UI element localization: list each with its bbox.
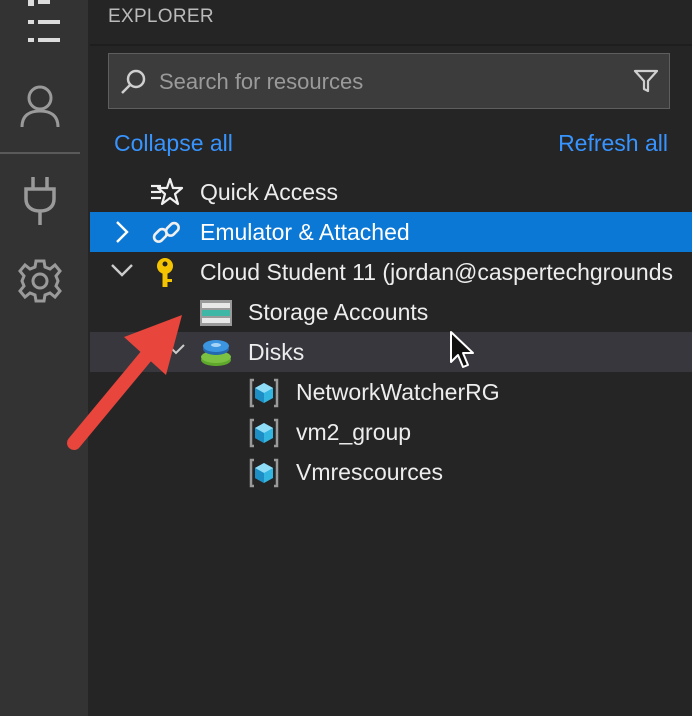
disk-icon <box>200 338 232 373</box>
search-icon <box>119 68 147 101</box>
divider <box>90 44 692 46</box>
annotation-arrow <box>60 305 190 460</box>
resource-group-icon <box>248 417 280 454</box>
refresh-all-link[interactable]: Refresh all <box>558 130 668 157</box>
tree-item-account[interactable]: Cloud Student 11 (jordan@caspertechgroun… <box>90 252 692 292</box>
gear-icon[interactable] <box>0 255 80 307</box>
tree-item-label: NetworkWatcherRG <box>296 379 500 405</box>
resource-group-icon <box>248 457 280 494</box>
tree-item-label: Cloud Student 11 (jordan@caspertechgroun… <box>200 259 673 285</box>
filter-icon[interactable] <box>633 68 659 99</box>
tree-item-label: Disks <box>248 339 305 365</box>
plug-icon[interactable] <box>0 175 80 227</box>
tree-item-label: Vmrescources <box>296 459 443 485</box>
tree-item-quick-access[interactable]: Quick Access <box>90 172 692 212</box>
chevron-down-icon[interactable] <box>110 260 134 285</box>
tree-item-label: Emulator & Attached <box>200 219 410 245</box>
quick-access-icon <box>150 177 184 212</box>
search-input[interactable] <box>159 68 619 96</box>
tree-item-emulator-attached[interactable]: Emulator & Attached <box>90 212 692 252</box>
tree-item-label: Quick Access <box>200 179 339 205</box>
key-icon <box>154 257 176 294</box>
tree-item-label: vm2_group <box>296 419 412 445</box>
resource-group-icon <box>248 377 280 414</box>
panel-title: EXPLORER <box>108 6 214 27</box>
search-box[interactable] <box>108 53 670 109</box>
activity-separator <box>0 152 80 154</box>
link-icon <box>150 217 182 254</box>
collapse-all-link[interactable]: Collapse all <box>114 130 233 157</box>
mouse-cursor-icon <box>449 330 475 375</box>
tree-item-label: Storage Accounts <box>248 299 429 325</box>
chevron-right-icon[interactable] <box>112 220 132 249</box>
list-icon[interactable] <box>0 0 80 48</box>
storage-icon <box>200 300 232 331</box>
account-icon[interactable] <box>0 80 80 132</box>
